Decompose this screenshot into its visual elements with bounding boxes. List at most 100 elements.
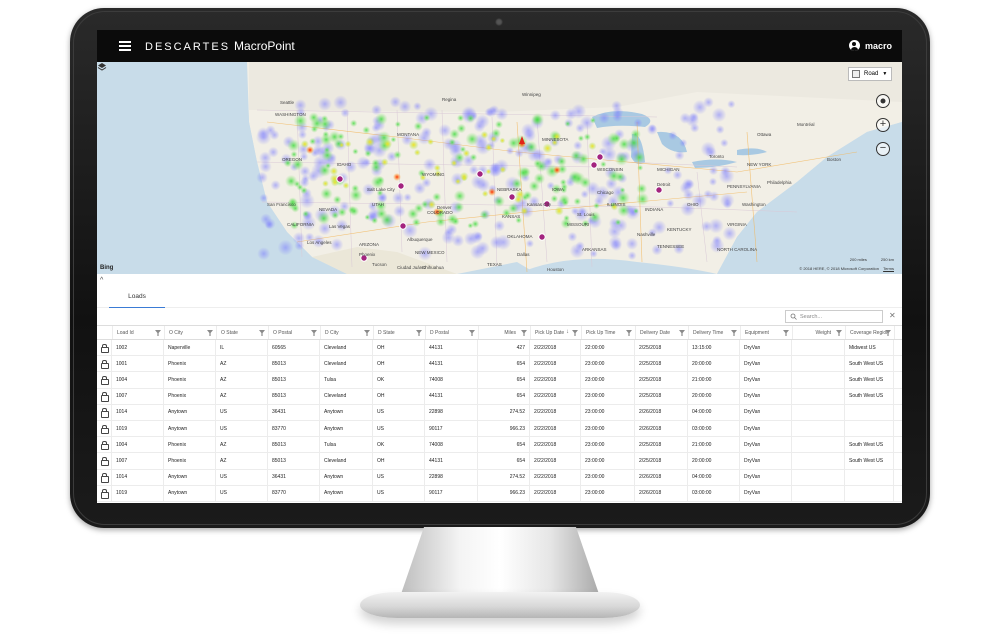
column-header[interactable]: Miles	[479, 326, 531, 339]
table-cell: Phoenix	[164, 372, 216, 388]
heat-blob	[413, 121, 423, 131]
map-style-select[interactable]: Road ▼	[848, 67, 892, 81]
filter-icon[interactable]	[731, 330, 737, 336]
lock-icon[interactable]	[100, 473, 109, 483]
table-row[interactable]: 1001 Phoenix AZ 85013 Cleveland OH 44131 654 2/2…	[97, 356, 902, 373]
column-header-label: Equipment	[745, 329, 769, 336]
column-header[interactable]: O Postal	[269, 326, 321, 339]
heat-blob	[635, 192, 650, 206]
filter-icon[interactable]	[626, 330, 632, 336]
table-cell: Anytown	[320, 404, 373, 420]
map-label: San Francisco	[267, 202, 296, 207]
table-row[interactable]: 1007 Phoenix AZ 85013 Cleveland OH 44131 654 2/2…	[97, 388, 902, 405]
filter-icon[interactable]	[416, 330, 422, 336]
filter-icon[interactable]	[783, 330, 789, 336]
heat-blob	[389, 96, 402, 108]
table-cell: 2/26/2018	[635, 469, 688, 485]
filter-icon[interactable]	[207, 330, 213, 336]
map-pin-icon[interactable]	[397, 182, 405, 190]
filter-icon[interactable]	[311, 330, 317, 336]
filter-icon[interactable]	[364, 330, 370, 336]
user-menu[interactable]: macro	[848, 40, 892, 51]
heat-blob	[299, 192, 315, 209]
layers-icon[interactable]	[97, 62, 107, 72]
hamburger-menu-icon[interactable]	[119, 41, 131, 51]
map-pin-icon[interactable]	[596, 153, 604, 161]
table-row[interactable]: 1014 Anytown US 36431 Anytown US 22898 274.52 2/…	[97, 404, 902, 421]
heat-blob	[365, 137, 375, 147]
heat-blob	[479, 209, 490, 220]
column-header[interactable]: Load Id	[113, 326, 165, 339]
map-pin-icon[interactable]	[476, 170, 484, 178]
lock-icon[interactable]	[100, 343, 109, 354]
table-row[interactable]: 1002 Naperville IL 60565 Cleveland OH 44131 427…	[97, 340, 902, 357]
filter-icon[interactable]	[679, 330, 685, 336]
column-header[interactable]: O State	[217, 326, 269, 339]
column-header[interactable]: Coverage Region	[846, 326, 895, 339]
map-label: Houston	[547, 267, 564, 272]
row-lock-cell	[97, 453, 112, 469]
tab-loads[interactable]: Loads	[109, 286, 165, 308]
column-header[interactable]: Equipment	[741, 326, 793, 339]
terms-link[interactable]: Terms	[883, 266, 894, 271]
table-cell: US	[373, 404, 425, 420]
filter-icon[interactable]	[155, 330, 161, 336]
zoom-in-button[interactable]: +	[876, 118, 890, 132]
filter-icon[interactable]	[572, 330, 578, 336]
search-input[interactable]: Search...	[785, 310, 883, 323]
sort-desc-icon[interactable]: ↓	[566, 329, 569, 335]
table-row[interactable]: 1007 Phoenix AZ 85013 Cleveland OH 44131 654 2/2…	[97, 453, 902, 470]
column-header[interactable]: Pick Up Time	[582, 326, 636, 339]
column-header-label: D Postal	[430, 329, 449, 336]
table-row[interactable]: 1004 Phoenix AZ 85013 Tulsa OK 74008 654 2/22/20…	[97, 372, 902, 389]
table-row[interactable]: 1019 Anytown US 83770 Anytown US 90117 966.23 2/…	[97, 485, 902, 502]
table-cell: 2/22/2018	[530, 420, 581, 437]
column-header[interactable]: D State	[374, 326, 426, 339]
locate-button[interactable]	[876, 94, 890, 108]
lock-icon[interactable]	[100, 375, 109, 386]
collapse-map-toggle[interactable]: ^	[100, 277, 103, 284]
heat-blob	[542, 143, 553, 154]
close-icon[interactable]: ✕	[889, 311, 896, 320]
map-label: MONTANA	[397, 132, 420, 137]
table-cell: 83770	[268, 420, 320, 437]
filter-icon[interactable]	[469, 330, 475, 336]
table-cell: 654	[478, 356, 530, 372]
table-cell: AZ	[216, 372, 268, 388]
table-row[interactable]: 1014 Anytown US 36431 Anytown US 22898 274.52 2/…	[97, 469, 902, 486]
column-header[interactable]: D City	[321, 326, 374, 339]
map-pin-icon[interactable]	[538, 233, 546, 241]
column-header[interactable]: Pick Up Date ↓	[531, 326, 582, 339]
column-header[interactable]: D Postal	[426, 326, 479, 339]
map-label: Philadelphia	[767, 180, 792, 185]
lock-icon[interactable]	[100, 392, 109, 402]
lock-icon[interactable]	[100, 424, 109, 435]
filter-icon[interactable]	[259, 330, 265, 336]
filter-icon[interactable]	[521, 330, 527, 336]
column-header[interactable]: Delivery Date	[636, 326, 689, 339]
lock-icon[interactable]	[100, 456, 109, 467]
table-row[interactable]: 1004 Phoenix AZ 85013 Tulsa OK 74008 654 2/22/20…	[97, 437, 902, 454]
column-header[interactable]: Weight	[793, 326, 846, 339]
map-label: Salt Lake City	[367, 187, 395, 192]
table-cell: 74008	[425, 372, 478, 388]
map-pin-icon[interactable]	[336, 175, 344, 183]
lock-icon[interactable]	[100, 359, 109, 370]
table-cell: OH	[373, 453, 425, 469]
lock-icon[interactable]	[100, 489, 109, 499]
column-header[interactable]: O City	[165, 326, 217, 339]
map-pin-icon[interactable]	[399, 222, 407, 230]
column-header[interactable]: Delivery Time	[689, 326, 741, 339]
table-cell	[792, 356, 845, 372]
lock-icon[interactable]	[100, 408, 109, 418]
table-row[interactable]: 1019 Anytown US 83770 Anytown US 90117 966.23 2/…	[97, 420, 902, 438]
zoom-out-button[interactable]: −	[876, 142, 890, 156]
map-pin-icon[interactable]	[655, 186, 663, 194]
table-cell: 1004	[112, 437, 164, 453]
table-cell: Cleveland	[320, 356, 373, 372]
table-cell: 44131	[425, 340, 478, 356]
map-pin-icon[interactable]	[508, 193, 516, 201]
heatmap-map[interactable]: Seattle WASHINGTON OREGON IDAHO MONTANA …	[97, 62, 902, 274]
filter-icon[interactable]	[836, 330, 842, 336]
lock-icon[interactable]	[100, 440, 109, 451]
